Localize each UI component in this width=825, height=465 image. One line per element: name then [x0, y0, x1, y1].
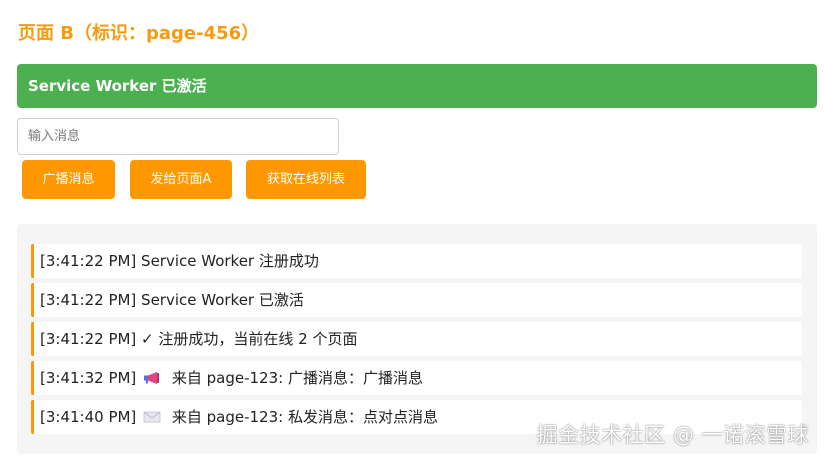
watermark: 掘金技术社区 @ 一诺滚雪球 [536, 423, 809, 447]
page-title: 页面 B（标识：page-456） [18, 23, 260, 44]
megaphone-icon [143, 371, 161, 385]
broadcast-button[interactable]: 广播消息 [22, 160, 115, 199]
log-entry-time: [3:41:40 PM] [40, 408, 137, 426]
message-input[interactable] [17, 118, 339, 155]
status-banner: Service Worker 已激活 [17, 64, 817, 108]
envelope-icon [143, 410, 161, 424]
send-to-page-a-button[interactable]: 发给页面A [130, 160, 232, 199]
log-entry: [3:41:22 PM] ✓ 注册成功，当前在线 2 个页面 [31, 322, 802, 356]
log-entry-time: [3:41:32 PM] [40, 369, 137, 387]
log-panel: [3:41:22 PM] Service Worker 注册成功 [3:41:2… [17, 224, 817, 454]
get-online-list-button[interactable]: 获取在线列表 [246, 160, 366, 199]
log-entry-text: [3:41:22 PM] Service Worker 已激活 [40, 291, 304, 309]
log-entry: [3:41:22 PM] Service Worker 已激活 [31, 283, 802, 317]
log-entry: [3:41:22 PM] Service Worker 注册成功 [31, 244, 802, 278]
log-entry: [3:41:32 PM] 来自 page-123: 广播消息：广播消息 [31, 361, 802, 395]
log-entry-message: 来自 page-123: 广播消息：广播消息 [171, 369, 423, 387]
log-entry-text: [3:41:22 PM] ✓ 注册成功，当前在线 2 个页面 [40, 330, 358, 348]
log-entry-text: [3:41:22 PM] Service Worker 注册成功 [40, 252, 319, 270]
log-entry-message: 来自 page-123: 私发消息：点对点消息 [171, 408, 438, 426]
page: 页面 B（标识：page-456） Service Worker 已激活 广播消… [0, 0, 825, 465]
